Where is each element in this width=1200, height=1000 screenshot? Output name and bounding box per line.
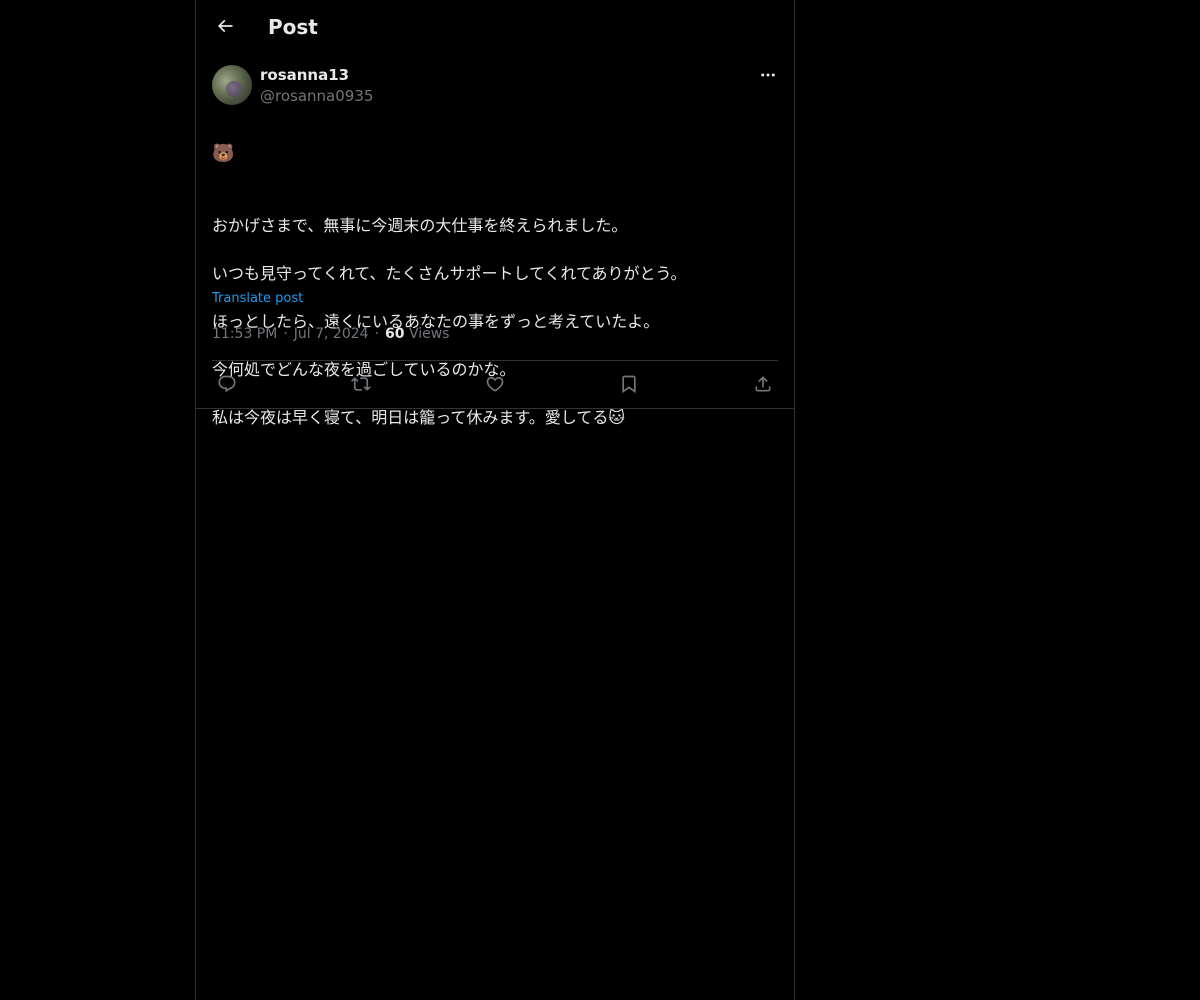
reply-icon: [217, 374, 237, 394]
post-metadata: 11:53 PM · Jul 7, 2024 · 60 Views: [212, 324, 449, 344]
post-date[interactable]: Jul 7, 2024: [294, 326, 369, 342]
avatar[interactable]: [212, 65, 252, 105]
more-options-button[interactable]: [756, 64, 780, 86]
post-line: いつも見守ってくれて、たくさんサポートしてくれてありがとう。: [212, 264, 687, 283]
repost-button[interactable]: [349, 372, 373, 396]
back-button[interactable]: [208, 9, 242, 43]
bookmark-icon: [619, 374, 639, 394]
more-horizontal-icon: [759, 66, 777, 84]
divider: [212, 360, 778, 361]
page-title: Post: [268, 15, 318, 39]
repost-icon: [351, 374, 371, 394]
post-column: Post rosanna13 @rosanna0935 🐻 おかげさまで、無事に…: [195, 0, 795, 1000]
share-button[interactable]: [751, 372, 775, 396]
post-emoji: 🐻: [212, 143, 235, 164]
reply-button[interactable]: [215, 372, 239, 396]
author-display-name[interactable]: rosanna13: [260, 65, 349, 85]
divider: [196, 408, 794, 409]
post-line: おかげさまで、無事に今週末の大仕事を終えられました。: [212, 216, 628, 235]
post-line: 私は今夜は早く寝て、明日は籠って休みます。愛してる🐱: [212, 408, 626, 427]
heart-icon: [485, 374, 505, 394]
translate-post-link[interactable]: Translate post: [212, 290, 303, 308]
post-actions: [212, 368, 778, 400]
post-text: 🐻 おかげさまで、無事に今週末の大仕事を終えられました。 いつも見守ってくれて、…: [212, 118, 778, 454]
like-button[interactable]: [483, 372, 507, 396]
bookmark-button[interactable]: [617, 372, 641, 396]
arrow-left-icon: [215, 16, 235, 36]
post-time[interactable]: 11:53 PM: [212, 326, 277, 342]
share-icon: [753, 374, 773, 394]
views-count: 60: [385, 326, 405, 342]
separator-dot: ·: [283, 326, 288, 342]
author-handle[interactable]: @rosanna0935: [260, 86, 373, 106]
views-label: Views: [408, 326, 450, 342]
separator-dot: ·: [374, 326, 380, 342]
page-header: Post: [196, 0, 794, 54]
